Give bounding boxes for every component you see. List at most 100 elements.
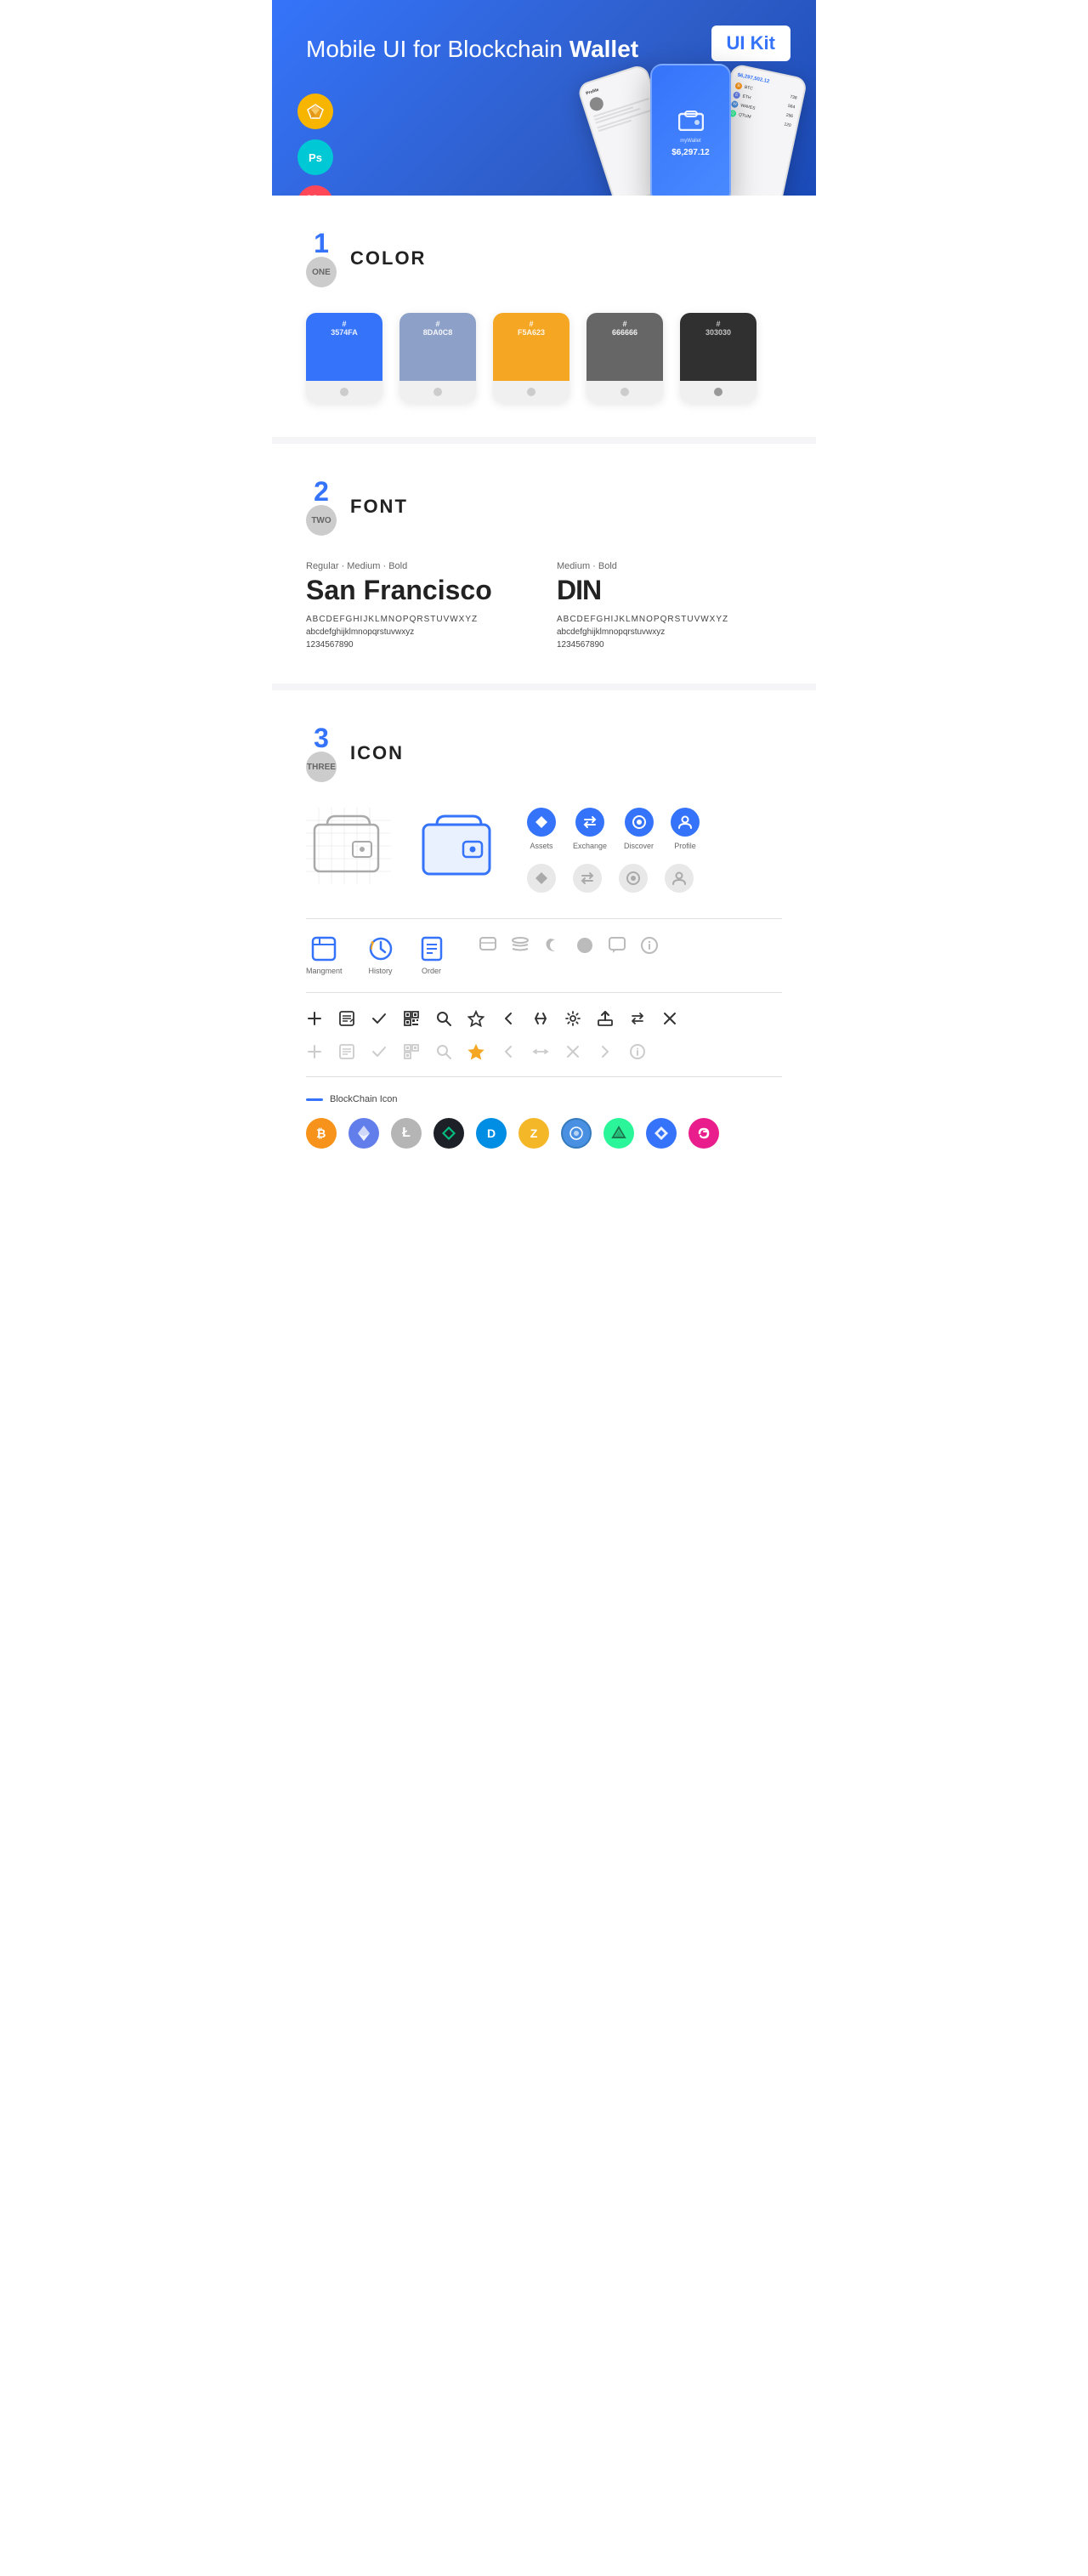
font-sub-label: TWO (306, 505, 337, 536)
circle-icon (575, 936, 594, 959)
wallet-wireframe (306, 808, 391, 888)
star-icon (468, 1010, 484, 1031)
font-numbers-sf: 1234567890 (306, 640, 531, 650)
exchange-icon (575, 808, 604, 837)
order-label: Order (422, 967, 441, 975)
qr-icon-gray (403, 1043, 420, 1064)
hero-section: Mobile UI for Blockchain Wallet UI Kit P… (272, 0, 816, 196)
icon-box-discover-gray (619, 864, 648, 893)
font-weights-sf: Regular · Medium · Bold (306, 561, 531, 571)
swatch-hex-blue: #3574FA (331, 320, 358, 337)
moon-icon (543, 936, 562, 959)
arrows-lr-icon-gray (532, 1043, 549, 1064)
swatch-hex-gray: #666666 (612, 320, 638, 337)
icon-title: ICON (350, 742, 404, 764)
named-icons-row-1: Assets Exchange (527, 808, 700, 850)
litecoin-icon: Ł (391, 1118, 422, 1149)
swatch-bottom-grayblue (400, 381, 476, 403)
icon-box-assets-gray (527, 864, 556, 893)
swatch-bottom-gray (586, 381, 663, 403)
icon-section: 3 THREE ICON (272, 690, 816, 1217)
forward-icon-gray (597, 1043, 614, 1064)
divider-2 (272, 684, 816, 690)
font-grid: Regular · Medium · Bold San Francisco AB… (306, 561, 782, 650)
bitcoin-icon: ₿ (306, 1118, 337, 1149)
waves-icon (561, 1118, 592, 1149)
x-icon-gray (564, 1043, 581, 1064)
screens-count: 60+ (305, 193, 326, 196)
profile-icon-svg (677, 814, 693, 830)
mangment-icon (311, 936, 337, 962)
font-block-din: Medium · Bold DIN ABCDEFGHIJKLMNOPQRSTUV… (557, 561, 782, 650)
wallet-wireframe-svg (306, 808, 391, 884)
icon-section-header: 3 THREE ICON (306, 724, 782, 782)
named-icons-row-2-gray (527, 864, 700, 893)
back-arrow-icon-gray (500, 1043, 517, 1064)
color-swatch-grayblue: #8DA0C8 (400, 313, 476, 403)
swatch-bottom-orange (493, 381, 570, 403)
swatch-bottom-dark (680, 381, 756, 403)
exchange-icon-svg (582, 814, 598, 830)
back-arrow-icon (500, 1010, 517, 1031)
close-icon (661, 1010, 678, 1031)
icon-box-exchange: Exchange (573, 808, 607, 850)
qr-icon (403, 1010, 420, 1031)
named-icons-group: Assets Exchange (527, 808, 700, 893)
bottom-icons-row: Mangment History Order (306, 936, 782, 975)
ps-badge: Ps (298, 139, 333, 175)
font-section-header: 2 TWO FONT (306, 478, 782, 536)
info-icon-gray (629, 1043, 646, 1064)
discover-icon-gray (619, 864, 648, 893)
font-number: 2 (314, 478, 329, 505)
section-number-1: 1 ONE (306, 230, 337, 287)
font-block-sf: Regular · Medium · Bold San Francisco AB… (306, 561, 531, 650)
swatch-hex-orange: #F5A623 (518, 320, 545, 337)
icon-box-profile-gray (665, 864, 694, 893)
screens-badge: 60+ Screens (298, 185, 333, 196)
icon-divider-3 (306, 1076, 782, 1077)
profile-icon-gray (665, 864, 694, 893)
utility-icons-row-1 (306, 1010, 782, 1031)
exchange-icon-gray (573, 864, 602, 893)
icon-box-mangment: Mangment (306, 936, 343, 975)
ark-icon (604, 1118, 634, 1149)
swatch-hex-dark: #303030 (706, 320, 731, 337)
wallet-colored (416, 808, 502, 888)
info-icon (640, 936, 659, 959)
ethereum-icon (348, 1118, 379, 1149)
blockchain-line (306, 1098, 323, 1101)
profile-label: Profile (674, 842, 696, 850)
icon-number: 3 (314, 724, 329, 752)
upload-icon (597, 1010, 614, 1031)
font-alphabet-din: ABCDEFGHIJKLMNOPQRSTUVWXYZ (557, 615, 782, 624)
sketch-badge (298, 94, 333, 129)
color-swatch-gray: #666666 (586, 313, 663, 403)
font-lower-din: abcdefghijklmnopqrstuvwxyz (557, 627, 782, 637)
icon-box-exchange-gray (573, 864, 602, 893)
layers-icon (511, 936, 530, 959)
wallet-icon (678, 111, 704, 131)
stratis-icon (646, 1118, 677, 1149)
zcash-icon: Z (518, 1118, 549, 1149)
icon-box-assets: Assets (527, 808, 556, 850)
divider-1 (272, 437, 816, 444)
plus-icon (306, 1010, 323, 1031)
hero-badges: Ps 60+ Screens (298, 94, 333, 196)
golem-icon (688, 1118, 719, 1149)
section-number-2: 2 TWO (306, 478, 337, 536)
search-icon-gray (435, 1043, 452, 1064)
star-icon-active (468, 1043, 484, 1064)
assets-label: Assets (530, 842, 552, 850)
icon-box-order: Order (419, 936, 445, 975)
font-section: 2 TWO FONT Regular · Medium · Bold San F… (272, 444, 816, 684)
gear-icon (564, 1010, 581, 1031)
assets-icon (527, 808, 556, 837)
mangment-label: Mangment (306, 967, 343, 975)
color-swatch-blue: #3574FA (306, 313, 382, 403)
font-numbers-din: 1234567890 (557, 640, 782, 650)
utility-icons-row-2 (306, 1043, 782, 1064)
icon-sub-label: THREE (306, 752, 337, 782)
wallet-icon-showcase: Assets Exchange (306, 808, 782, 893)
exchange-label: Exchange (573, 842, 607, 850)
ui-kit-badge: UI Kit (711, 26, 790, 61)
